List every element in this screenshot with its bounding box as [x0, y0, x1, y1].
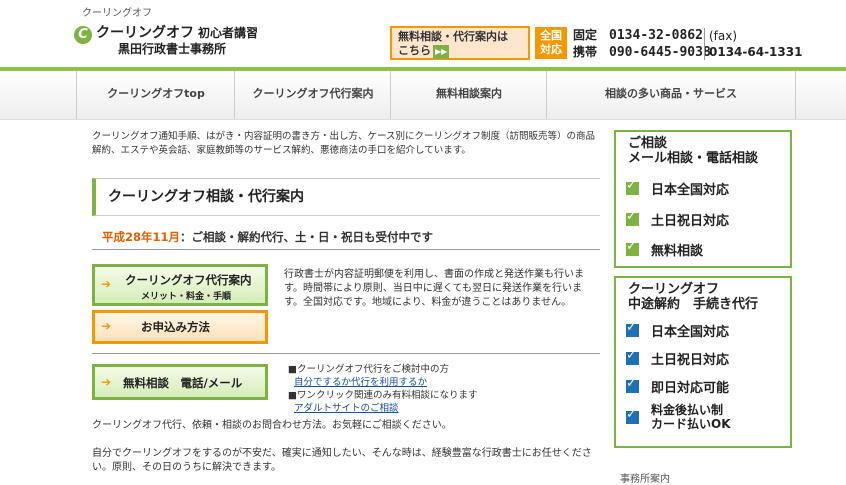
phone-fixed: 0134-32-0862	[609, 28, 703, 43]
play-icon: ▶▶	[433, 45, 450, 59]
phone-mobile: 090-6445-9038	[609, 45, 711, 60]
apply-method-button[interactable]: ➔ お申込み方法	[92, 310, 268, 344]
fax-number: (fax) 0134-64-1331	[704, 28, 802, 60]
main-nav: クーリングオフtop クーリングオフ代行案内 無料相談案内 相談の多い商品・サー…	[0, 71, 846, 120]
logo-subtitle: 黒田行政書士事務所	[118, 42, 227, 56]
nav-item-top[interactable]: クーリングオフtop	[76, 71, 235, 119]
sidebar-agency-box[interactable]: クーリングオフ 中途解約 手続き代行 日本全国対応 土日祝日対応 即日対応可能 …	[614, 276, 792, 448]
site-tagline: クーリングオフ	[82, 8, 152, 19]
adult-site-consult-link[interactable]: アダルトサイトのご相談	[294, 403, 399, 414]
arrow-right-icon: ➔	[101, 375, 112, 389]
check-icon	[626, 407, 639, 424]
logo-title: クーリングオフ 初心者講習	[96, 25, 259, 41]
contact-paragraph: クーリングオフ代行、依頼・相談のお問合わせ方法。お気軽にご相談ください。	[92, 420, 452, 431]
nav-item-agency[interactable]: クーリングオフ代行案内	[234, 71, 391, 119]
agency-description: 行政書士が内容証明郵便を利用し、書面の作成と発送作業も行います。時間帯により原則…	[284, 269, 584, 308]
check-icon	[626, 376, 639, 393]
site-logo[interactable]: C クーリングオフ 初心者講習 黒田行政書士事務所	[74, 24, 258, 56]
sidebar-agency-title: クーリングオフ 中途解約 手続き代行	[628, 282, 759, 312]
self-or-agency-link[interactable]: 自分でするか代行を利用するか	[294, 377, 427, 388]
sidebar-item: 日本全国対応	[616, 172, 790, 204]
sidebar-item: 土日祝日対応	[616, 204, 790, 234]
check-icon	[626, 209, 639, 226]
expert-paragraph: 自分でクーリングオフをするのが不安だ、確実に通知したい、そんな時は、経験豊富な行…	[92, 448, 592, 473]
phone-numbers: 固定 0134-32-0862 携帯 090-6445-9038	[573, 28, 711, 60]
sidebar-item: 無料相談	[616, 234, 790, 264]
agency-guide-button[interactable]: ➔ クーリングオフ代行案内 メリット・料金・手順	[92, 264, 268, 306]
check-icon	[626, 320, 639, 337]
nav-item-free-consult[interactable]: 無料相談案内	[390, 71, 547, 119]
content-divider	[92, 353, 600, 354]
check-icon	[626, 178, 639, 195]
free-consult-button[interactable]: ➔ 無料相談 電話/メール	[92, 364, 268, 400]
arrow-right-icon: ➔	[101, 319, 112, 333]
section-title: クーリングオフ相談・代行案内	[92, 178, 600, 216]
sidebar-item: 日本全国対応	[616, 316, 790, 344]
consult-links: ■クーリングオフ代行をご検討中の方 自分でするか代行を利用するか ■ワンクリック…	[288, 364, 478, 414]
free-consult-banner[interactable]: 無料相談・代行案内は こちら ▶▶	[390, 26, 530, 60]
nav-item-products[interactable]: 相談の多い商品・サービス	[546, 71, 796, 119]
logo-mark-icon: C	[74, 26, 92, 44]
sidebar-item: 土日祝日対応	[616, 344, 790, 372]
sidebar-consult-title: ご相談 メール相談・電話相談	[628, 136, 759, 166]
sidebar-item: 即日対応可能	[616, 372, 790, 400]
arrow-right-icon: ➔	[101, 277, 112, 291]
nationwide-badge: 全国 対応	[535, 27, 567, 59]
intro-text: クーリングオフ通知手順、はがき・内容証明の書き方・出し方、ケース別にクーリングオ…	[92, 131, 596, 156]
sidebar-consult-box[interactable]: ご相談 メール相談・電話相談 日本全国対応 土日祝日対応 無料相談	[614, 130, 792, 268]
notice-line: 平成28年11月：ご相談・解約代行、土・日・祝日も受付中です	[92, 229, 600, 250]
check-icon	[626, 239, 639, 256]
sidebar-item: 料金後払い制カード払いOK	[616, 400, 790, 434]
check-icon	[626, 348, 639, 365]
